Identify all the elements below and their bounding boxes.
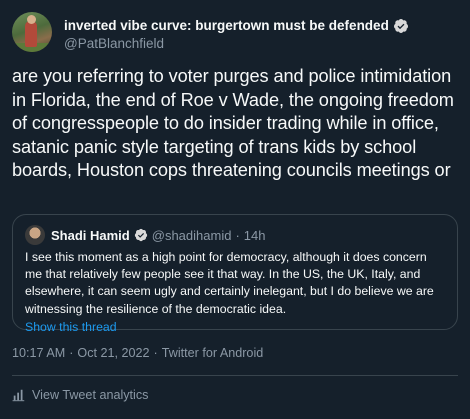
quoted-avatar — [25, 225, 45, 245]
author-display-name[interactable]: inverted vibe curve: burgertown must be … — [64, 18, 389, 33]
meta-separator: · — [153, 346, 158, 360]
divider — [12, 375, 458, 376]
view-analytics-link[interactable]: View Tweet analytics — [12, 388, 148, 402]
show-thread-link[interactable]: Show this thread — [25, 320, 117, 334]
quoted-author-handle: @shadihamid — [151, 227, 232, 243]
avatar[interactable] — [12, 12, 52, 52]
tweet-text: are you referring to voter purges and po… — [12, 66, 454, 181]
quoted-time: 14h — [243, 227, 266, 243]
quoted-separator: · — [235, 227, 240, 243]
verified-badge-icon — [393, 18, 408, 33]
quoted-tweet-text: I see this moment as a high point for de… — [25, 250, 434, 316]
tweet-metadata: 10:17 AM · Oct 21, 2022 · Twitter for An… — [12, 346, 263, 360]
quoted-tweet[interactable]: Shadi Hamid @shadihamid · 14h I see this… — [12, 214, 458, 334]
quoted-tweet-header: Shadi Hamid @shadihamid · 14h — [25, 225, 445, 245]
tweet-detail: inverted vibe curve: burgertown must be … — [0, 0, 470, 419]
tweet-header: inverted vibe curve: burgertown must be … — [12, 12, 458, 56]
meta-separator: · — [69, 346, 74, 360]
view-analytics-label: View Tweet analytics — [32, 388, 149, 402]
tweet-client[interactable]: Twitter for Android — [162, 346, 264, 360]
display-name-row: inverted vibe curve: burgertown must be … — [64, 18, 409, 34]
quoted-author-name: Shadi Hamid — [51, 227, 130, 243]
tweet-date[interactable]: Oct 21, 2022 — [77, 346, 149, 360]
tweet-time[interactable]: 10:17 AM — [12, 346, 65, 360]
author-handle[interactable]: @PatBlanchfield — [64, 36, 409, 51]
analytics-chart-icon — [12, 389, 25, 402]
verified-badge-icon — [134, 228, 147, 242]
author-names: inverted vibe curve: burgertown must be … — [64, 12, 409, 56]
